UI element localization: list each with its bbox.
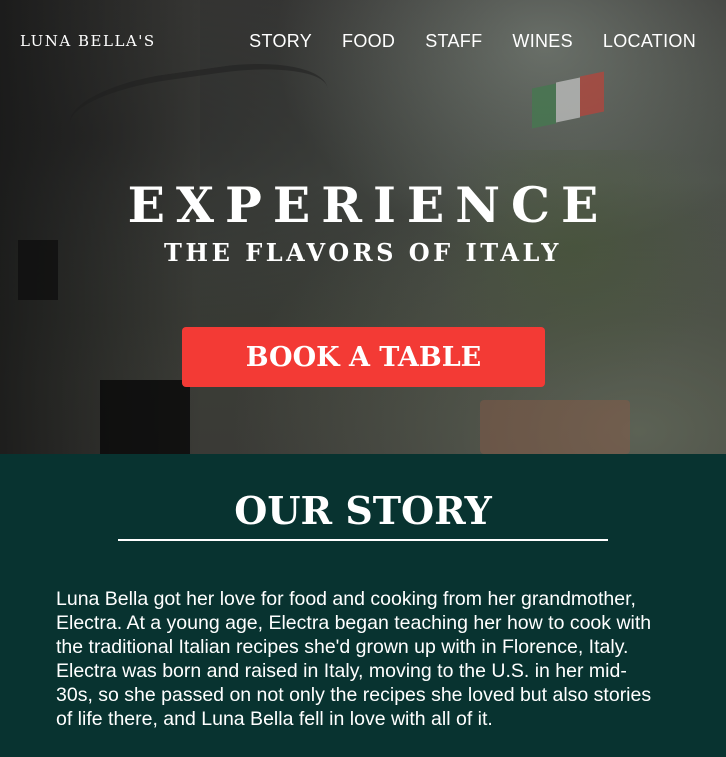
- story-title: OUR STORY: [234, 488, 492, 533]
- nav-item-food[interactable]: FOOD: [342, 31, 395, 52]
- nav-item-staff[interactable]: STAFF: [425, 31, 482, 52]
- nav-item-location[interactable]: LOCATION: [603, 31, 696, 52]
- title-underline-divider: [118, 539, 608, 541]
- story-section: OUR STORY Luna Bella got her love for fo…: [0, 454, 726, 757]
- nav-item-story[interactable]: STORY: [249, 31, 312, 52]
- brand-logo[interactable]: LUNA BELLA'S: [20, 32, 156, 50]
- top-navigation: LUNA BELLA'S STORY FOOD STAFF WINES LOCA…: [0, 0, 726, 82]
- nav-item-wines[interactable]: WINES: [512, 31, 573, 52]
- hero-subheadline: THE FLAVORS OF ITALY: [164, 238, 562, 267]
- story-paragraph: Luna Bella got her love for food and coo…: [56, 588, 652, 730]
- nav-menu: STORY FOOD STAFF WINES LOCATION: [249, 31, 696, 52]
- hero-headline: EXPERIENCE: [127, 176, 610, 234]
- book-table-button[interactable]: BOOK A TABLE: [182, 327, 545, 387]
- hero-section: LUNA BELLA'S STORY FOOD STAFF WINES LOCA…: [0, 0, 726, 454]
